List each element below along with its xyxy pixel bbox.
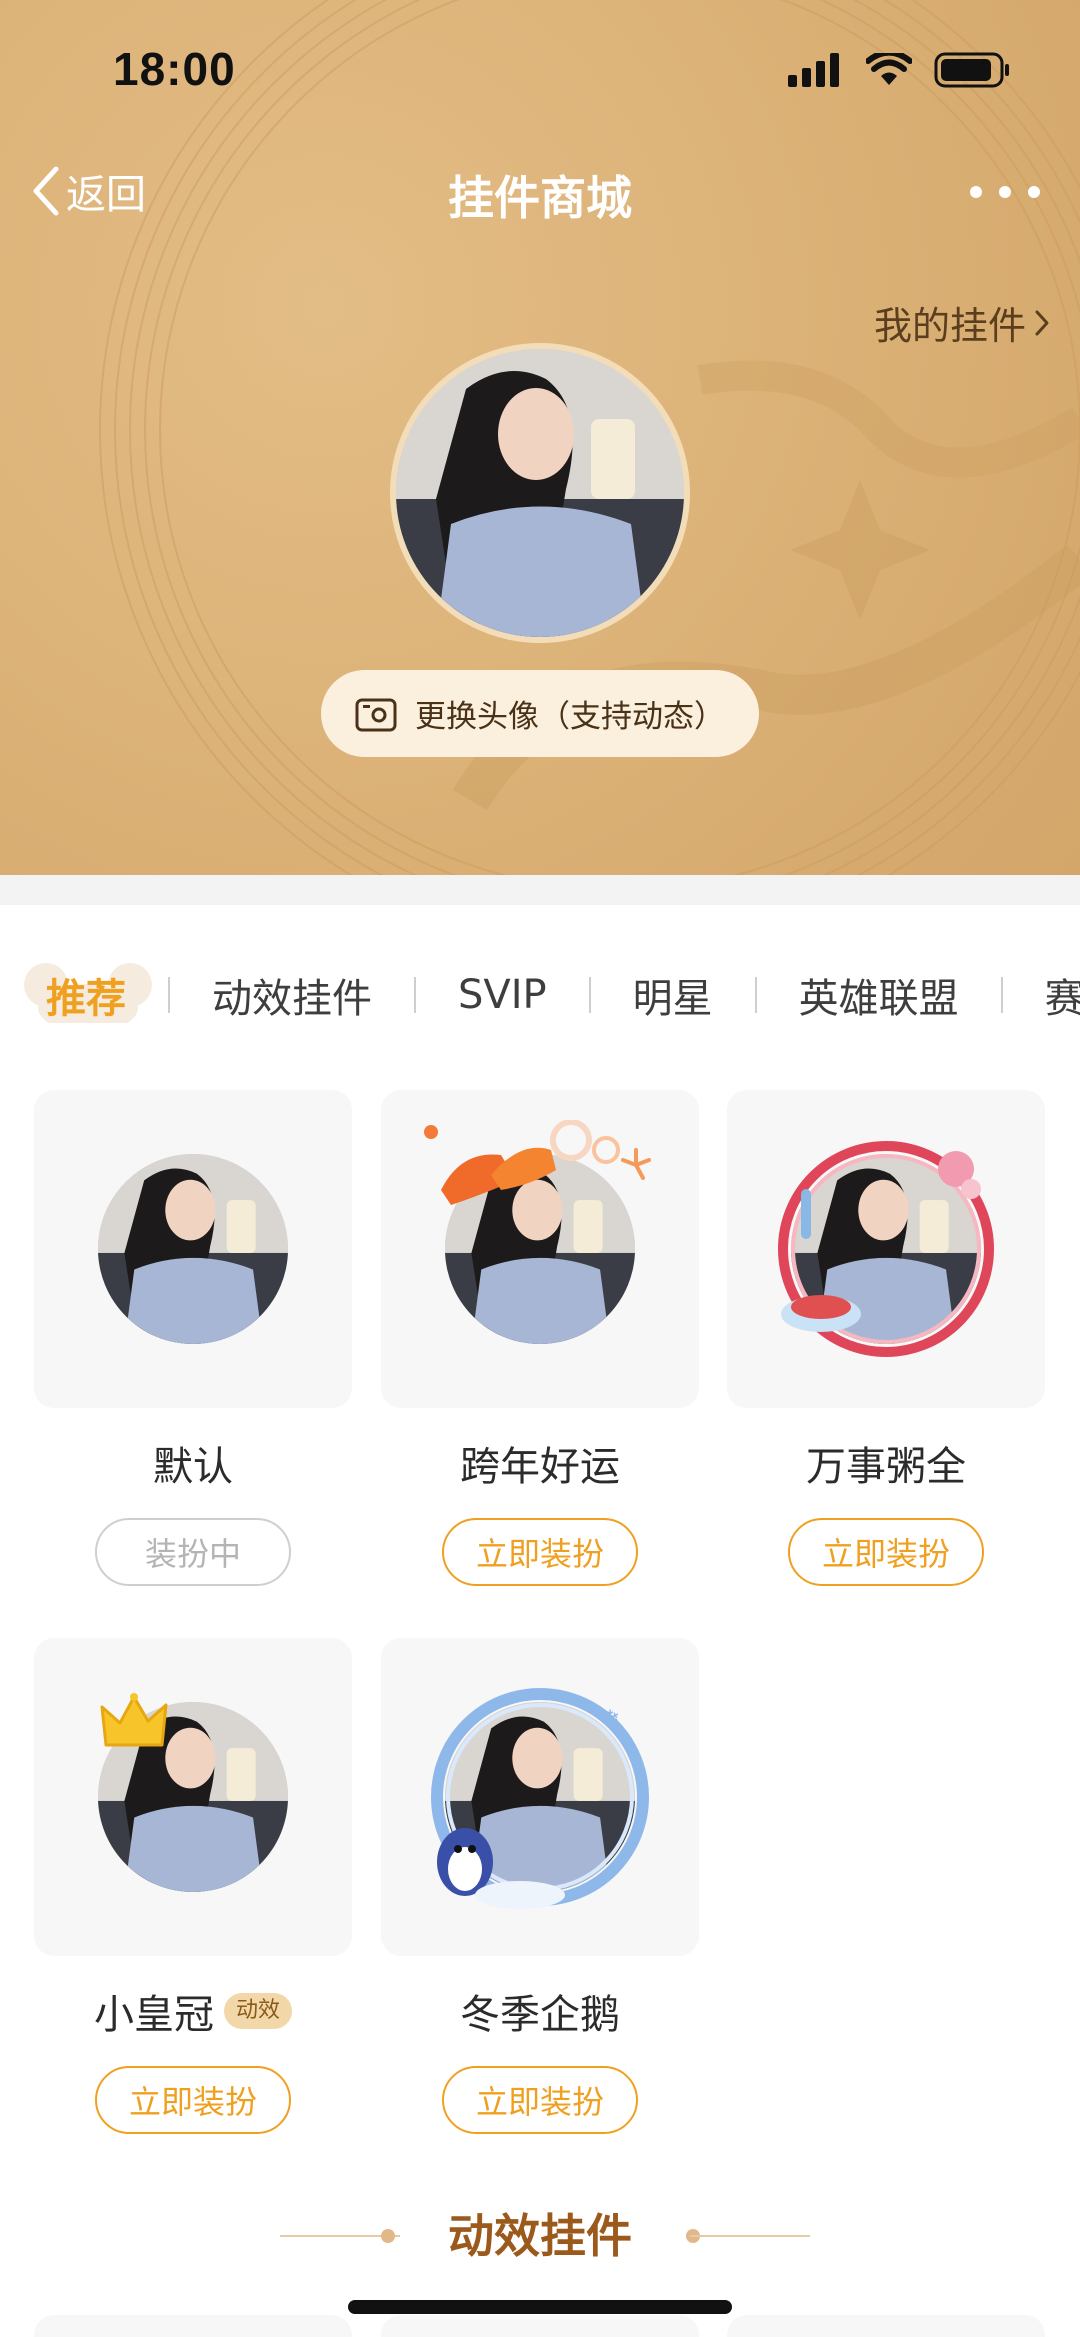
current-avatar[interactable]: [390, 343, 690, 643]
avatar-photo: [396, 349, 684, 637]
pendant-card-partial[interactable]: [727, 2315, 1045, 2337]
more-options-button[interactable]: [970, 172, 1040, 212]
change-avatar-button[interactable]: 更换头像（支持动态）: [321, 670, 759, 757]
wear-now-button[interactable]: 立即装扮: [788, 1518, 984, 1586]
wear-now-button[interactable]: 立即装扮: [95, 2066, 291, 2134]
pendant-name: 跨年好运: [381, 1438, 699, 1490]
crown-icon: [100, 1693, 168, 1747]
pendant-card-partial[interactable]: [381, 2315, 699, 2337]
pendant-name-text: 默认: [153, 1444, 233, 1490]
category-tab-bar: 推荐 动效挂件 SVIP 明星 英雄联盟 赛: [0, 935, 1080, 1045]
wear-now-button[interactable]: 立即装扮: [442, 1518, 638, 1586]
pendant-card-porridge: 万事粥全 立即装扮: [727, 1090, 1045, 1586]
status-icons: [788, 50, 1010, 90]
penguin-frame-decoration-icon: ❄: [431, 1688, 649, 1909]
home-indicator[interactable]: [348, 2300, 732, 2314]
pendant-preview[interactable]: [381, 1090, 699, 1408]
wear-now-button[interactable]: 立即装扮: [442, 2066, 638, 2134]
chevron-right-icon: [1035, 310, 1049, 335]
tab-divider: [754, 977, 757, 1013]
pendant-preview[interactable]: [34, 1638, 352, 1956]
my-pendants-link[interactable]: 我的挂件: [874, 295, 1050, 350]
tab-animated[interactable]: 动效挂件: [212, 966, 372, 1024]
pendant-card-partial[interactable]: [34, 2315, 352, 2337]
pendant-name: 万事粥全: [727, 1438, 1045, 1490]
pendant-name-text: 冬季企鹅: [460, 1992, 620, 2038]
porridge-frame-decoration-icon: [778, 1141, 994, 1357]
status-time: 18:00: [113, 43, 236, 95]
battery-icon: [934, 52, 1009, 88]
section-title: 动效挂件: [448, 2209, 632, 2263]
header-banner: 18:00 返回 挂件商城 我的挂件 更换头像（支持动态）: [0, 0, 1080, 875]
pendant-preview[interactable]: [34, 1090, 352, 1408]
pendant-name: 默认: [34, 1438, 352, 1490]
equipped-button[interactable]: 装扮中: [95, 1518, 291, 1586]
tab-celebrity[interactable]: 明星: [633, 966, 713, 1024]
svg-text:❄: ❄: [600, 1705, 620, 1733]
wifi-icon: [866, 53, 912, 85]
tab-recommended[interactable]: 推荐: [46, 966, 126, 1024]
tabs: 推荐 动效挂件 SVIP 明星 英雄联盟 赛: [0, 955, 1080, 1035]
pendant-card-default: 默认 装扮中: [34, 1090, 352, 1586]
tab-divider: [588, 977, 591, 1013]
tab-divider: [414, 977, 416, 1013]
pendant-preview[interactable]: [727, 1090, 1045, 1408]
avatar-thumb: [98, 1154, 288, 1344]
pendant-name: 小皇冠 动效: [34, 1986, 352, 2038]
pendant-card-little-crown: 小皇冠 动效 立即装扮: [34, 1638, 352, 2134]
pendant-name-text: 万事粥全: [806, 1444, 966, 1490]
more-dot-icon: [1028, 186, 1040, 198]
page-title: 挂件商城: [448, 171, 632, 225]
my-pendants-label: 我的挂件: [873, 304, 1026, 348]
more-dot-icon: [970, 186, 982, 198]
pendant-preview[interactable]: ❄: [381, 1638, 699, 1956]
tab-divider: [168, 977, 170, 1013]
pendant-card-winter-penguin: ❄ 冬季企鹅 立即装扮: [381, 1638, 699, 2134]
tab-league-of-legends[interactable]: 英雄联盟: [799, 966, 959, 1024]
avatar-photo: [98, 1154, 288, 1344]
pendant-card-new-year-luck: 跨年好运 立即装扮: [381, 1090, 699, 1586]
status-bar: 18:00: [0, 0, 1080, 140]
section-divider-right: [690, 2235, 810, 2237]
change-avatar-label: 更换头像（支持动态）: [415, 699, 725, 735]
nav-bar: 返回 挂件商城: [0, 150, 1080, 240]
tab-svip[interactable]: SVIP: [458, 972, 547, 1018]
good-luck-decoration-icon: [424, 1120, 651, 1205]
more-dot-icon: [999, 186, 1011, 198]
tab-esports[interactable]: 赛: [1045, 966, 1080, 1024]
pendant-name-text: 小皇冠: [93, 1992, 214, 2038]
pendant-store-content: 推荐 动效挂件 SVIP 明星 英雄联盟 赛 默认 装扮中 跨年好运 立即装扮 …: [0, 875, 1080, 2337]
cellular-signal-icon: [788, 53, 839, 87]
pendant-name: 冬季企鹅: [381, 1986, 699, 2038]
image-frame-icon: [355, 698, 397, 731]
animated-badge: 动效: [223, 1993, 292, 2029]
pendant-name-text: 跨年好运: [460, 1444, 620, 1490]
tab-divider: [1000, 977, 1003, 1013]
